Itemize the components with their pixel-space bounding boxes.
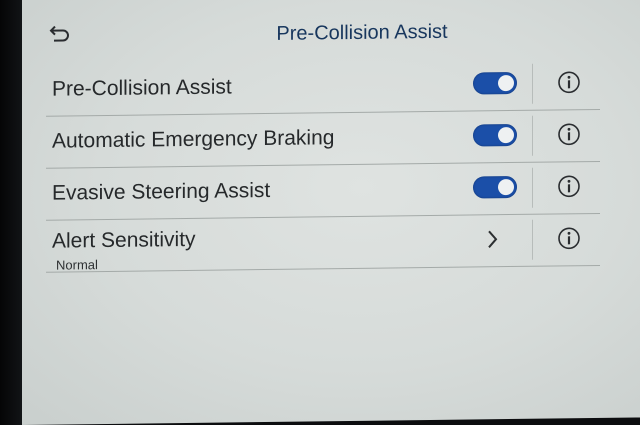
settings-screen: Pre-Collision Assist Pre-Collision Assis… [22, 0, 640, 425]
info-icon[interactable] [556, 173, 582, 199]
setting-row-automatic-emergency-braking: Automatic Emergency Braking [46, 108, 600, 169]
info-icon[interactable] [556, 69, 582, 95]
page-title: Pre-Collision Assist [276, 20, 448, 45]
setting-label: Alert Sensitivity [52, 227, 196, 253]
toggle-knob [498, 178, 514, 196]
back-button[interactable] [44, 21, 74, 49]
pre-collision-assist-toggle[interactable] [473, 71, 517, 95]
toggle-knob [498, 126, 514, 144]
setting-row-alert-sensitivity[interactable]: Alert Sensitivity Normal [46, 212, 600, 273]
toggle-knob [498, 74, 514, 92]
row-divider [532, 219, 533, 260]
setting-value: Normal [56, 257, 98, 273]
evasive-steering-assist-toggle[interactable] [473, 175, 517, 199]
chevron-right-icon[interactable] [484, 226, 502, 252]
setting-label: Evasive Steering Assist [52, 178, 271, 205]
row-divider [532, 167, 533, 208]
automatic-emergency-braking-toggle[interactable] [473, 123, 517, 147]
setting-row-pre-collision-assist: Pre-Collision Assist [46, 56, 600, 117]
back-arrow-icon [49, 25, 69, 42]
row-divider [532, 63, 533, 104]
setting-label: Pre-Collision Assist [52, 75, 232, 101]
info-icon[interactable] [556, 121, 582, 147]
row-divider [532, 115, 533, 156]
setting-row-evasive-steering-assist: Evasive Steering Assist [46, 160, 600, 221]
setting-label: Automatic Emergency Braking [52, 126, 335, 153]
info-icon[interactable] [556, 225, 582, 251]
